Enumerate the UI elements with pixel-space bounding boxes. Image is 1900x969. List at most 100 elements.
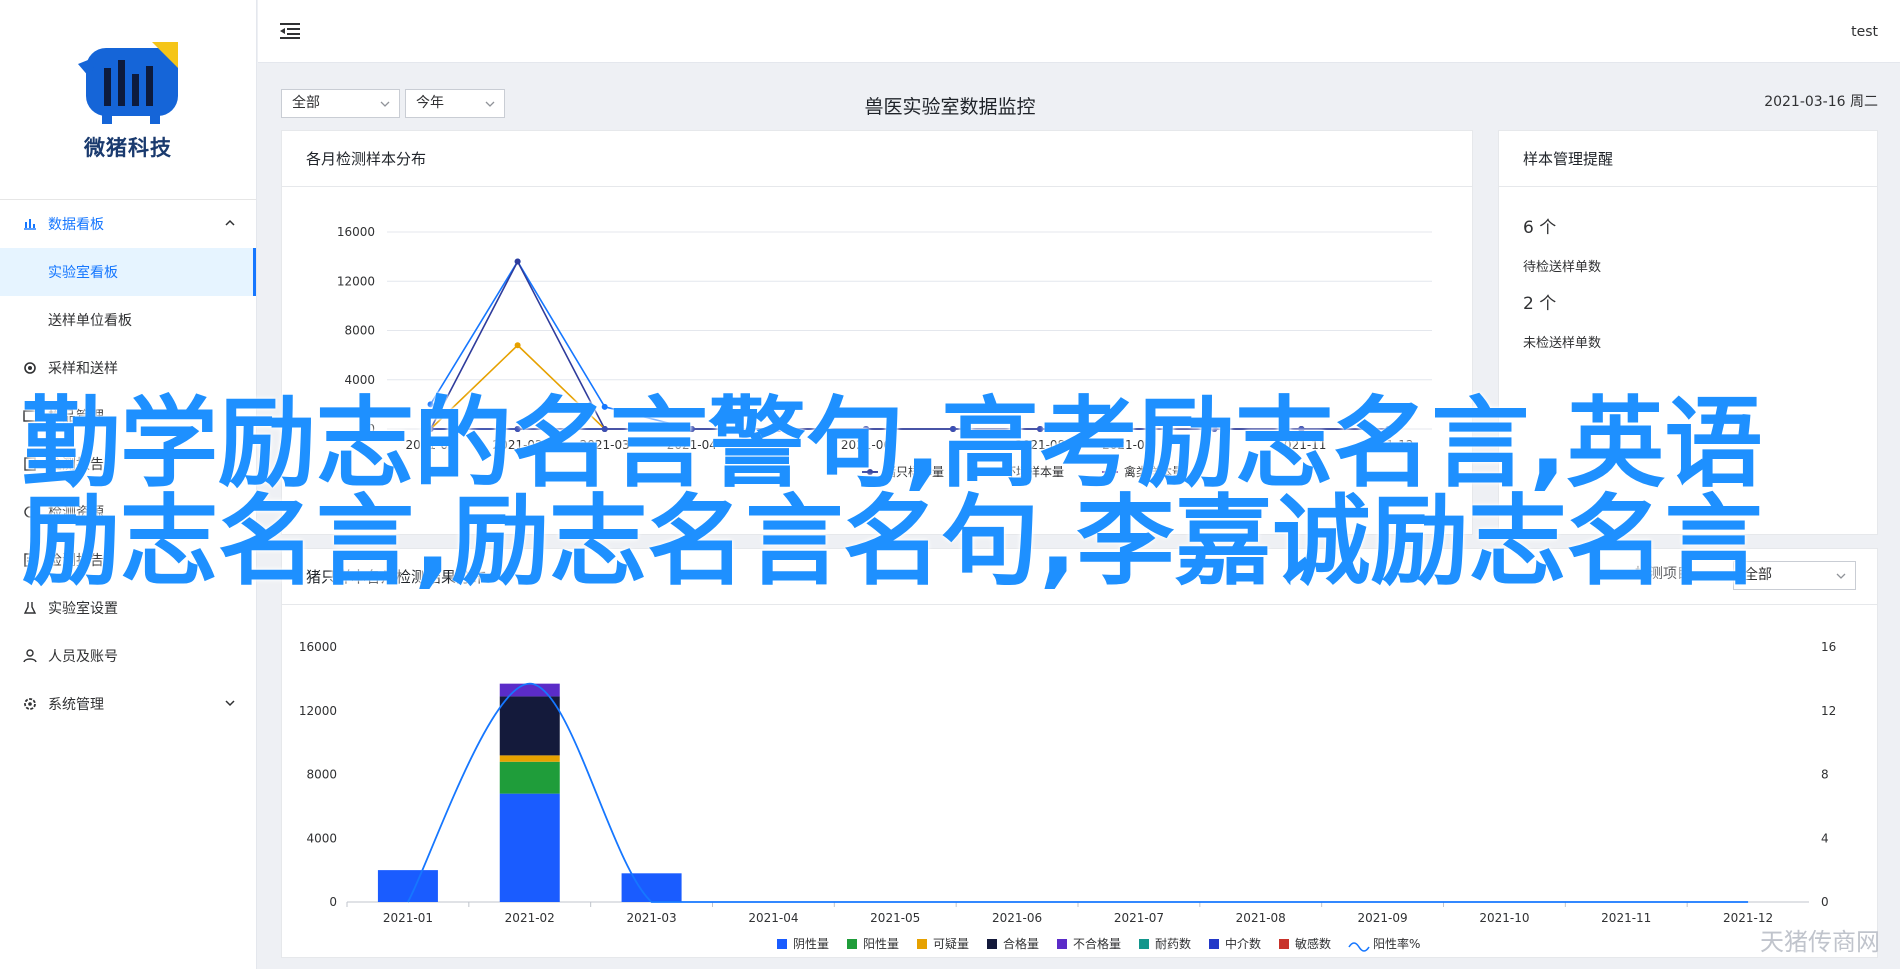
logo-text: 微猪科技 — [84, 135, 172, 160]
series-line-0 — [429, 260, 1389, 430]
legend-swatch — [917, 939, 927, 949]
legend-item: 合格量 — [987, 936, 1039, 951]
legend-item: 中介数 — [1209, 936, 1261, 951]
x-tick-label: 2021-08 — [1236, 911, 1286, 925]
y-tick-label: 16000 — [299, 640, 337, 654]
y-tick-label: 0 — [367, 422, 375, 436]
box-icon — [22, 408, 38, 424]
y2-tick-label: 12 — [1821, 704, 1836, 718]
bar-segment — [499, 793, 560, 902]
unsent-label: 未检送样单数 — [1523, 336, 1602, 351]
menu-fold-icon[interactable] — [280, 22, 300, 40]
x-tick-label: 2021-04 — [748, 911, 798, 925]
legend-label: 阴性量 — [793, 937, 829, 951]
test-item-select[interactable]: 全部 — [1733, 561, 1856, 590]
legend-label: 可疑量 — [933, 936, 969, 951]
legend-item: 耐药数 — [1139, 936, 1191, 951]
legend-swatch — [1279, 939, 1289, 949]
sidebar-item-7[interactable]: 人员及账号 — [0, 632, 256, 680]
x-tick-label: 2021-12 — [1363, 438, 1413, 452]
sidebar-item-6[interactable]: 实验室设置 — [0, 584, 256, 632]
x-tick-label: 2021-09 — [1358, 911, 1408, 925]
data-point — [1211, 426, 1218, 432]
sidebar-item-label: 检测资源 — [48, 505, 104, 521]
legend-item: 可疑量 — [917, 936, 969, 951]
data-point — [601, 426, 608, 432]
y2-tick-label: 16 — [1821, 640, 1836, 654]
data-point — [775, 426, 782, 432]
card-title: 各月检测样本分布 — [282, 131, 1472, 187]
data-point — [514, 426, 521, 432]
data-point — [862, 426, 869, 432]
sidebar-item-label: 检测报告 — [48, 553, 104, 569]
pending-count[interactable]: 6 个 — [1523, 213, 1877, 238]
legend-label: 猪只样本量 — [884, 464, 944, 479]
data-point — [427, 426, 434, 432]
bar-segment — [499, 761, 560, 794]
legend-swatch-dot — [1107, 469, 1113, 475]
sidebar-item-label: 系统管理 — [48, 697, 104, 713]
sidebar-item-4[interactable]: 检测资源 — [0, 488, 256, 536]
x-tick-label: 2021-02 — [505, 911, 555, 925]
legend-label: 耐药数 — [1155, 936, 1191, 951]
sidebar-subitem-0-0[interactable]: 实验室看板 — [0, 248, 256, 296]
y-tick-label: 8000 — [306, 768, 337, 782]
test-item-select-value: 全部 — [1744, 567, 1772, 583]
y-tick-label: 4000 — [344, 373, 375, 387]
y-tick-label: 12000 — [299, 704, 337, 718]
x-tick-label: 2021-11 — [1601, 911, 1651, 925]
watermark: 天猪传商网 — [1760, 928, 1880, 956]
legend-item: 阴性量 — [777, 937, 829, 951]
chevron-down-icon — [1836, 573, 1846, 579]
bar-segment — [377, 870, 438, 902]
unsent-count[interactable]: 2 个 — [1523, 289, 1877, 314]
sidebar-item-label: 检测报告 — [48, 457, 104, 473]
legend-item: 不合格量 — [1057, 936, 1121, 951]
legend-label: 禽类样本量 — [1124, 464, 1184, 479]
legend-item: 猪只样本量 — [862, 464, 944, 479]
test-item-filter-label: 检测项目 — [1635, 566, 1691, 582]
sidebar-item-label: 实验室设置 — [48, 601, 118, 617]
x-tick-label: 2021-08 — [1015, 438, 1065, 452]
sidebar-item-2[interactable]: 样品管理 — [0, 392, 256, 440]
y-tick-label: 0 — [329, 895, 337, 909]
sidebar-item-8[interactable]: 系统管理 — [0, 680, 256, 728]
sidebar-item-label: 数据看板 — [48, 217, 104, 233]
x-tick-label: 2021-09 — [1102, 438, 1152, 452]
x-tick-label: 2021-06 — [841, 438, 891, 452]
results-distribution-card: 猪只样本各月检测结果分布 0 4000 8000 12000 16000 0 4 8 12 16 2… — [281, 548, 1878, 958]
sidebar-item-0[interactable]: 数据看板 — [0, 200, 256, 248]
user-name[interactable]: test — [1851, 24, 1878, 40]
bar-chart-icon — [22, 216, 38, 232]
legend-swatch — [1209, 939, 1219, 949]
sidebar-item-3[interactable]: 检测报告 — [0, 440, 256, 488]
y2-tick-label: 8 — [1821, 768, 1829, 782]
sidebar-item-5[interactable]: 检测报告 — [0, 536, 256, 584]
x-tick-label: 2021-07 — [1114, 911, 1164, 925]
legend-swatch — [847, 939, 857, 949]
y2-tick-label: 0 — [1821, 895, 1829, 909]
x-tick-label: 2021-11 — [1276, 438, 1326, 452]
x-tick-label: 2021-01 — [405, 438, 455, 452]
rate-line — [407, 682, 1749, 903]
legend-label: 阳性率% — [1373, 936, 1420, 951]
legend-item: 敏感数 — [1279, 936, 1331, 951]
gear-icon — [22, 360, 38, 376]
legend-label: 阳性量 — [863, 937, 899, 951]
y-tick-label: 4000 — [306, 831, 337, 845]
settings-icon — [22, 696, 38, 712]
sidebar-item-1[interactable]: 采样和送样 — [0, 344, 256, 392]
legend-swatch — [1139, 939, 1149, 949]
y2-tick-label: 4 — [1821, 831, 1829, 845]
results-distribution-chart: 0 4000 8000 12000 16000 0 4 8 12 16 2021-01 2021-02… — [299, 640, 1836, 952]
y-tick-label: 8000 — [344, 324, 375, 338]
sidebar-item-label: 样品管理 — [48, 409, 104, 425]
sidebar-item-label: 人员及账号 — [48, 649, 118, 665]
monthly-samples-chart: 0 4000 8000 12000 16000 2021-01 2021-02 2021-03… — [337, 225, 1432, 479]
lab-icon — [22, 600, 38, 616]
data-point — [1385, 426, 1392, 432]
sidebar-subitem-0-1[interactable]: 送样单位看板 — [0, 296, 256, 344]
legend-swatch — [777, 939, 787, 949]
legend-swatch — [1057, 939, 1067, 949]
legend-label: 合格量 — [1003, 936, 1039, 951]
